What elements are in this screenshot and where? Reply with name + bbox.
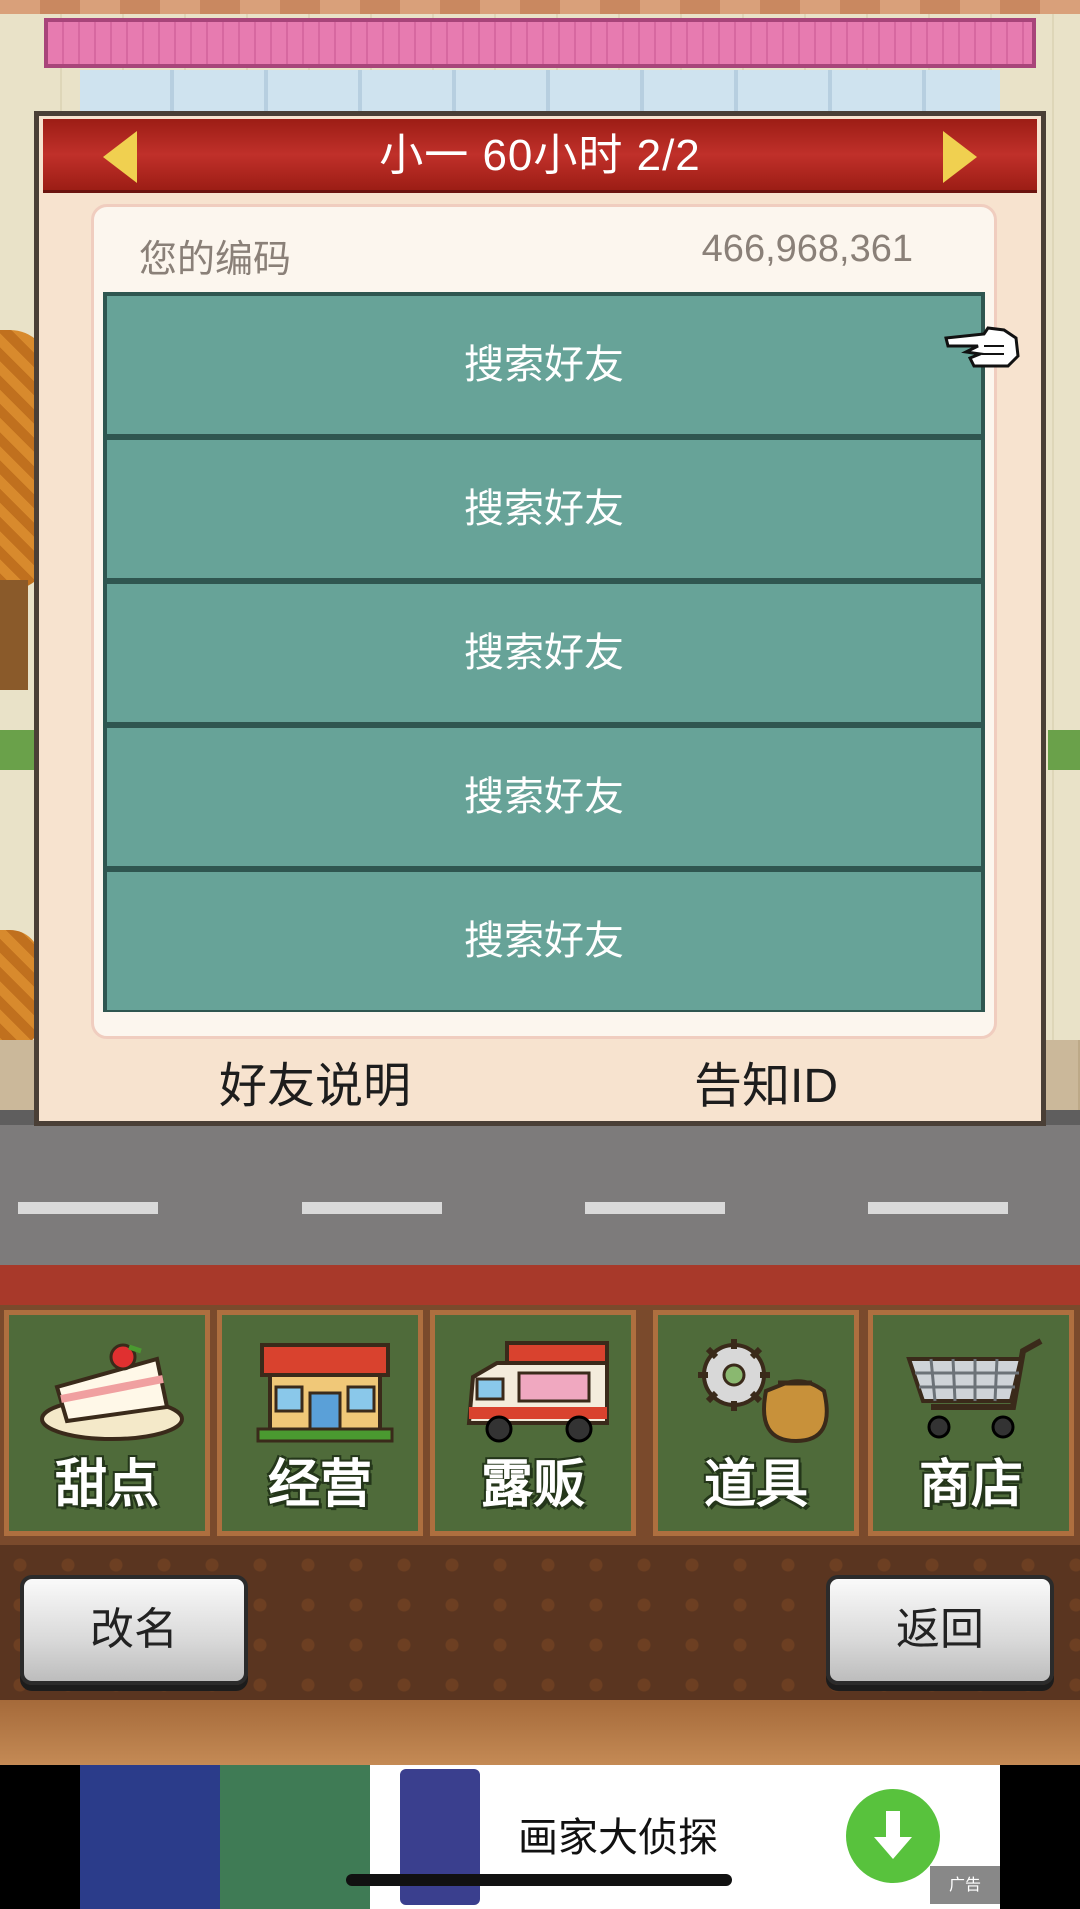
food-truck-icon xyxy=(466,1341,609,1443)
friend-slot-list: 搜索好友 搜索好友 搜索好友 搜索好友 搜索好友 xyxy=(103,292,985,1012)
storefront-icon xyxy=(256,1343,394,1443)
menu-label: 经营 xyxy=(267,1455,372,1515)
road-marking xyxy=(585,1202,725,1214)
dialog-title: 小一 60小时 2/2 xyxy=(379,131,701,180)
home-indicator[interactable] xyxy=(346,1874,732,1886)
search-friend-slot-1[interactable]: 搜索好友 xyxy=(107,296,981,434)
menu-label: 商店 xyxy=(918,1455,1023,1515)
menu-button-items[interactable]: 道具 xyxy=(653,1310,859,1536)
road-marking xyxy=(302,1202,442,1214)
rename-button[interactable]: 改名 xyxy=(20,1575,248,1685)
ad-download-button[interactable] xyxy=(846,1789,940,1883)
friend-dialog: 小一 60小时 2/2 您的编码 466,968,361 搜索好友 搜索好友 搜… xyxy=(34,111,1046,1126)
share-id-button[interactable]: 告知ID xyxy=(694,1046,838,1116)
tree-trunk xyxy=(0,580,28,690)
hedge-right xyxy=(1048,730,1080,770)
pointing-hand-icon xyxy=(944,326,1020,368)
next-page-arrow-icon[interactable] xyxy=(943,131,977,183)
ad-banner[interactable]: 画家大侦探 xyxy=(0,1765,1080,1909)
road xyxy=(0,1125,1080,1265)
search-friend-slot-2[interactable]: 搜索好友 xyxy=(107,440,981,578)
counter-floor xyxy=(0,1700,1080,1765)
pink-awning xyxy=(44,18,1036,68)
back-button[interactable]: 返回 xyxy=(826,1575,1054,1685)
menu-button-management[interactable]: 经营 xyxy=(217,1310,423,1536)
hedge-left xyxy=(0,730,36,770)
menu-button-shop[interactable]: 商店 xyxy=(868,1310,1074,1536)
shopping-cart-icon xyxy=(906,1338,1043,1439)
dialog-header: 小一 60小时 2/2 xyxy=(43,119,1037,193)
ad-title: 画家大侦探 xyxy=(518,1816,718,1860)
search-friend-slot-5[interactable]: 搜索好友 xyxy=(107,872,981,1010)
ad-badge: 广告 xyxy=(930,1866,1000,1904)
download-arrow-icon xyxy=(874,1811,912,1859)
gear-and-sack-icon xyxy=(698,1339,829,1444)
player-code-value: 466,968,361 xyxy=(701,228,913,270)
ad-artwork-image xyxy=(80,1765,370,1909)
menu-label: 道具 xyxy=(703,1455,808,1515)
road-marking xyxy=(18,1202,158,1214)
roof-trim xyxy=(0,0,1080,14)
menu-label: 露贩 xyxy=(480,1455,585,1515)
search-friend-slot-4[interactable]: 搜索好友 xyxy=(107,728,981,866)
road-marking xyxy=(868,1202,1008,1214)
menu-button-desserts[interactable]: 甜点 xyxy=(4,1310,210,1536)
red-divider-band xyxy=(0,1265,1080,1305)
player-code-label: 您的编码 xyxy=(139,239,292,281)
menu-button-food-stall[interactable]: 露贩 xyxy=(430,1310,636,1536)
friend-help-button[interactable]: 好友说明 xyxy=(219,1046,411,1116)
search-friend-slot-3[interactable]: 搜索好友 xyxy=(107,584,981,722)
menu-label: 甜点 xyxy=(54,1455,159,1515)
cake-icon xyxy=(40,1343,184,1441)
